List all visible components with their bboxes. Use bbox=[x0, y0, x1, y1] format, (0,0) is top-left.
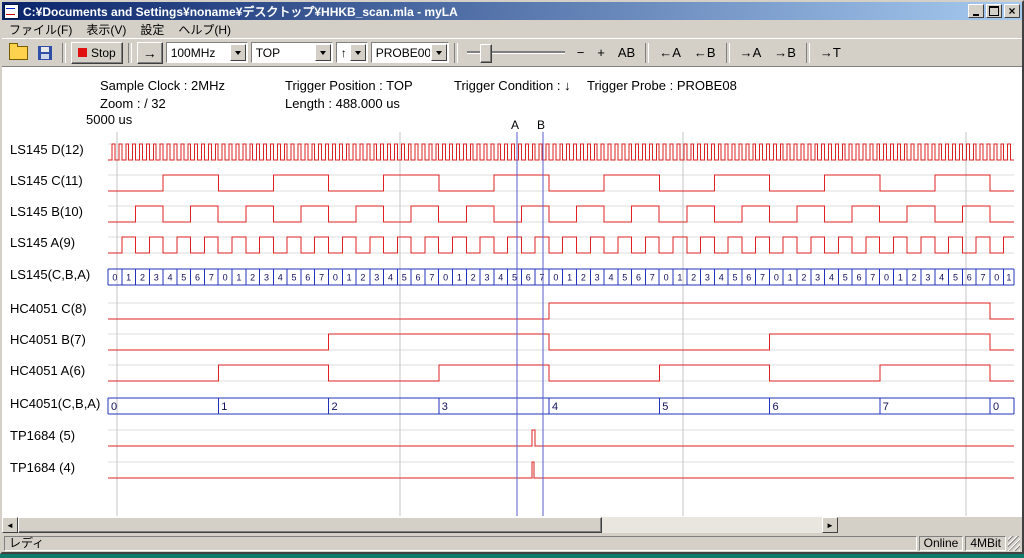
goto-marker-b-button[interactable]: ←B bbox=[689, 42, 721, 64]
stop-label: Stop bbox=[91, 46, 116, 60]
app-window: C:¥Documents and Settings¥noname¥デスクトップ¥… bbox=[0, 0, 1024, 554]
scrollbar-filler bbox=[838, 517, 1022, 533]
status-online: Online bbox=[919, 536, 964, 551]
chevron-down-icon[interactable] bbox=[230, 44, 246, 61]
maximize-button[interactable] bbox=[986, 4, 1002, 18]
toolbar-separator bbox=[726, 43, 730, 63]
menubar: ファイル(F) 表示(V) 設定 ヘルプ(H) bbox=[2, 20, 1022, 38]
menu-settings[interactable]: 設定 bbox=[133, 19, 171, 40]
window-controls: × bbox=[968, 4, 1020, 18]
chevron-down-icon[interactable] bbox=[350, 44, 366, 61]
sample-clock-info: Sample Clock : 2MHz bbox=[100, 78, 225, 93]
minimize-button[interactable] bbox=[968, 4, 984, 18]
sample-clock-select[interactable]: 100MHz bbox=[166, 42, 248, 63]
resize-grip[interactable] bbox=[1008, 536, 1020, 551]
zoom-info: Zoom : / 32 bbox=[100, 96, 166, 111]
goto-marker-a-button[interactable]: ←A bbox=[654, 42, 686, 64]
trigger-probe-select[interactable]: PROBE00 bbox=[371, 42, 449, 63]
zoom-out-button[interactable]: − bbox=[572, 42, 590, 64]
length-info: Length : 488.000 us bbox=[285, 96, 400, 111]
close-button[interactable]: × bbox=[1004, 4, 1020, 18]
toolbar-separator bbox=[454, 43, 458, 63]
zoom-slider-thumb[interactable] bbox=[480, 44, 492, 63]
toolbar: Stop → 100MHz TOP ↑ PROBE00 − + AB ←A ←B bbox=[2, 38, 1022, 67]
zoom-in-button[interactable]: + bbox=[592, 42, 610, 64]
open-file-button[interactable] bbox=[6, 42, 30, 64]
trigger-probe-info: Trigger Probe : PROBE08 bbox=[587, 78, 737, 93]
run-button[interactable]: → bbox=[137, 42, 163, 64]
titlebar[interactable]: C:¥Documents and Settings¥noname¥デスクトップ¥… bbox=[2, 2, 1022, 20]
maximize-icon bbox=[989, 6, 999, 16]
waveform-pane[interactable] bbox=[2, 67, 1022, 517]
window-title: C:¥Documents and Settings¥noname¥デスクトップ¥… bbox=[23, 3, 968, 20]
chevron-down-icon[interactable] bbox=[431, 44, 447, 61]
scrollbar-track[interactable] bbox=[18, 517, 822, 533]
minimize-icon bbox=[973, 14, 979, 16]
timebase-label: 5000 us bbox=[86, 112, 132, 127]
menu-help[interactable]: ヘルプ(H) bbox=[171, 19, 238, 40]
menu-view[interactable]: 表示(V) bbox=[79, 19, 133, 40]
goto-trigger-button[interactable]: →T bbox=[815, 42, 846, 64]
menu-file[interactable]: ファイル(F) bbox=[2, 19, 79, 40]
chevron-down-icon[interactable] bbox=[315, 44, 331, 61]
status-message: レディ bbox=[4, 536, 917, 551]
toolbar-separator bbox=[806, 43, 810, 63]
sample-clock-value: 100MHz bbox=[167, 46, 229, 60]
trigger-probe-value: PROBE00 bbox=[372, 46, 430, 60]
horizontal-scrollbar[interactable]: ◄ ► bbox=[2, 517, 838, 533]
toolbar-separator bbox=[62, 43, 66, 63]
app-icon[interactable] bbox=[4, 4, 19, 19]
scroll-left-button[interactable]: ◄ bbox=[2, 517, 18, 533]
save-button[interactable] bbox=[33, 42, 57, 64]
stop-button[interactable]: Stop bbox=[71, 42, 123, 64]
save-floppy-icon bbox=[38, 46, 52, 60]
trigger-position-info: Trigger Position : TOP bbox=[285, 78, 413, 93]
scroll-right-button[interactable]: ► bbox=[822, 517, 838, 533]
statusbar: レディ Online 4MBit bbox=[2, 534, 1022, 552]
next-marker-a-button[interactable]: →A bbox=[735, 42, 767, 64]
trigger-position-value: TOP bbox=[252, 46, 314, 60]
status-memory: 4MBit bbox=[965, 536, 1006, 551]
stop-icon bbox=[78, 48, 87, 57]
trigger-edge-value: ↑ bbox=[337, 46, 349, 60]
trigger-position-select[interactable]: TOP bbox=[251, 42, 333, 63]
trigger-edge-select[interactable]: ↑ bbox=[336, 42, 368, 63]
ab-button[interactable]: AB bbox=[613, 42, 640, 64]
toolbar-separator bbox=[645, 43, 649, 63]
close-icon: × bbox=[1008, 6, 1015, 16]
zoom-slider[interactable] bbox=[465, 42, 567, 64]
toolbar-separator bbox=[128, 43, 132, 63]
open-folder-icon bbox=[9, 46, 28, 60]
next-marker-b-button[interactable]: →B bbox=[769, 42, 801, 64]
trigger-condition-info: Trigger Condition : ↓ bbox=[454, 78, 571, 93]
scrollbar-thumb[interactable] bbox=[18, 517, 602, 533]
